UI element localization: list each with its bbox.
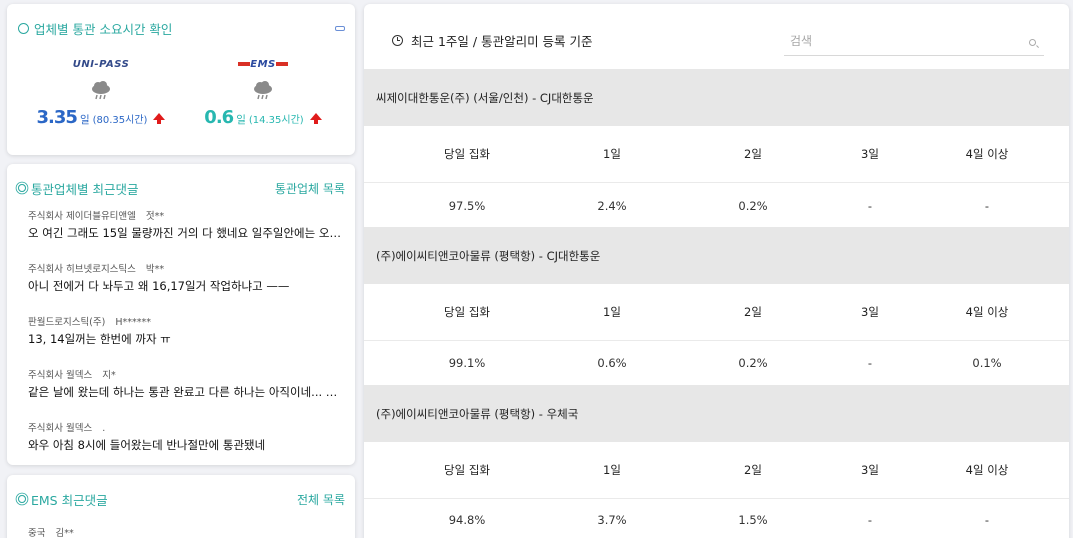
lightbulb-icon — [18, 495, 26, 503]
column-header-row: 당일 집화 1일 2일 3일 4일 이상 — [364, 442, 1069, 499]
search-input[interactable] — [784, 30, 1014, 52]
comment-item[interactable]: 판월드로지스틱(주) H****** 13, 14일꺼는 한번에 까자 ㅠ — [28, 314, 343, 347]
column-header: 당일 집화 — [444, 463, 490, 477]
value-cell: 99.1% — [448, 356, 486, 370]
more-icon[interactable] — [335, 25, 345, 31]
value-cell: 1.5% — [738, 513, 768, 527]
comment-company: 중국 — [28, 528, 46, 538]
section-header: (주)에이씨티앤코아물류 (평택항) - CJ대한통운 — [364, 227, 1069, 284]
column-header: 2일 — [744, 463, 762, 477]
comment-user: H****** — [115, 317, 151, 328]
unipass-days-unit: 일 — [79, 114, 90, 126]
rain-cloud-icon — [90, 81, 112, 101]
comment-company: 주식회사 월덱스 — [28, 423, 93, 434]
value-cell: - — [984, 198, 990, 213]
ems-comments-card: EMS 최근댓글 전체 목록 중국 김** — [7, 475, 355, 538]
unipass-logo: UNI-PASS — [72, 59, 130, 70]
value-cell: 2.4% — [597, 198, 627, 213]
provider-unipass: UNI-PASS 3.35 일 (80.35시간) — [21, 59, 181, 128]
column-header: 2일 — [744, 147, 762, 161]
value-cell: 0.6% — [597, 356, 627, 370]
value-cell: 94.8% — [448, 513, 486, 527]
clearance-time-card: 업체별 통관 소요시간 확인 UNI-PASS 3.35 일 (80.35시간)… — [7, 4, 355, 155]
ems-hours-value: (14.35시간) — [248, 115, 304, 126]
column-header-row: 당일 집화 1일 2일 3일 4일 이상 — [364, 126, 1069, 183]
comment-text: 같은 날에 왔는데 하나는 통관 완료고 다른 하나는 아직이네... … — [28, 385, 338, 399]
comment-user: 김** — [55, 528, 74, 538]
column-header: 당일 집화 — [444, 305, 490, 319]
comment-company: 판월드로지스틱(주) — [28, 317, 106, 328]
value-cell: - — [984, 513, 990, 527]
provider-ems: EMS 0.6 일 (14.35시간) — [183, 59, 343, 128]
section-header: 씨제이대한통운(주) (서울/인천) - CJ대한통운 — [364, 69, 1069, 126]
comment-user: 지* — [102, 370, 116, 381]
clearance-time-title: 업체별 통관 소요시간 확인 — [18, 19, 172, 38]
comment-user: 젓** — [145, 211, 165, 222]
section-header: (주)에이씨티앤코아물류 (평택항) - 우체국 — [364, 385, 1069, 442]
comment-company: 주식회사 월덱스 — [28, 370, 93, 381]
comment-list: 주식회사 제이더블유티앤엘 젓** 오 여긴 그래도 15일 물량까진 거의 다 … — [28, 208, 343, 465]
column-header: 4일 이상 — [965, 305, 1009, 319]
comment-text: 아니 전에거 다 놔두고 왜 16,17일거 작업하냐고 —— — [28, 279, 290, 293]
comment-text: 와우 아침 8시에 들어왔는데 반나절만에 통관됐네 — [28, 438, 266, 452]
column-header: 3일 — [861, 147, 879, 161]
unipass-days-value: 3.35 — [36, 107, 78, 128]
search-box — [784, 30, 1044, 56]
clock-icon — [18, 22, 29, 34]
ems-days-value: 0.6 — [204, 107, 234, 128]
trend-up-icon — [153, 113, 166, 124]
value-cell: 0.2% — [738, 356, 768, 370]
comment-item[interactable]: 주식회사 월덱스 지* 같은 날에 왔는데 하나는 통관 완료고 다른 하나는 아… — [28, 367, 343, 400]
clock-icon — [392, 35, 403, 46]
comment-text: 오 여긴 그래도 15일 물량까진 거의 다 했네요 일주일안에는 오… — [28, 226, 341, 240]
comment-company: 주식회사 히브넷로지스틱스 — [28, 264, 136, 275]
column-header: 당일 집화 — [444, 147, 490, 161]
comment-item[interactable]: 중국 김** — [28, 525, 74, 538]
value-cell: - — [867, 513, 873, 527]
trend-up-icon — [309, 113, 322, 124]
lightbulb-icon — [18, 184, 26, 192]
value-cell: 97.5% — [448, 198, 486, 213]
comment-company: 주식회사 제이더블유티앤엘 — [28, 211, 136, 222]
column-header: 1일 — [603, 463, 621, 477]
company-comments-card: 통관업체별 최근댓글 통관업체 목록 주식회사 제이더블유티앤엘 젓** 오 여긴… — [7, 164, 355, 465]
column-header: 4일 이상 — [965, 463, 1009, 477]
column-header: 1일 — [603, 147, 621, 161]
rain-cloud-icon — [252, 81, 274, 101]
stats-title: 최근 1주일 / 통관알리미 등록 기준 — [392, 31, 593, 50]
value-row: 94.8% 3.7% 1.5% - - — [364, 499, 1069, 538]
comment-item[interactable]: 주식회사 히브넷로지스틱스 박** 아니 전에거 다 놔두고 왜 16,17일거 … — [28, 261, 343, 294]
column-header: 3일 — [861, 463, 879, 477]
search-icon[interactable] — [1029, 39, 1036, 46]
comment-item[interactable]: 주식회사 월덱스. 와우 아침 8시에 들어왔는데 반나절만에 통관됐네 — [28, 420, 343, 453]
comment-user: 박** — [145, 264, 165, 275]
value-cell: - — [867, 198, 873, 213]
comment-user: . — [102, 423, 106, 434]
value-row: 97.5% 2.4% 0.2% - - — [364, 183, 1069, 228]
value-cell: 0.1% — [972, 356, 1002, 370]
value-row: 99.1% 0.6% 0.2% - 0.1% — [364, 341, 1069, 385]
value-cell: 0.2% — [738, 198, 768, 213]
company-list-link[interactable]: 통관업체 목록 — [275, 180, 345, 197]
ems-logo: EMS — [183, 59, 343, 73]
ems-days-unit: 일 — [236, 114, 246, 126]
value-cell: 3.7% — [597, 513, 627, 527]
comment-text: 13, 14일꺼는 한번에 까자 ㅠ — [28, 332, 171, 346]
ems-list-link[interactable]: 전체 목록 — [297, 491, 345, 508]
value-cell: - — [867, 356, 873, 370]
column-header: 1일 — [603, 305, 621, 319]
clearance-stats-panel: 최근 1주일 / 통관알리미 등록 기준 씨제이대한통운(주) (서울/인천) … — [364, 4, 1069, 538]
unipass-hours-value: (80.35시간) — [92, 115, 148, 126]
comment-item[interactable]: 주식회사 제이더블유티앤엘 젓** 오 여긴 그래도 15일 물량까진 거의 다 … — [28, 208, 343, 241]
company-comments-title: 통관업체별 최근댓글 — [18, 179, 138, 198]
column-header: 4일 이상 — [965, 147, 1009, 161]
column-header: 3일 — [861, 305, 879, 319]
column-header-row: 당일 집화 1일 2일 3일 4일 이상 — [364, 284, 1069, 341]
ems-comments-title: EMS 최근댓글 — [18, 490, 108, 509]
column-header: 2일 — [744, 305, 762, 319]
